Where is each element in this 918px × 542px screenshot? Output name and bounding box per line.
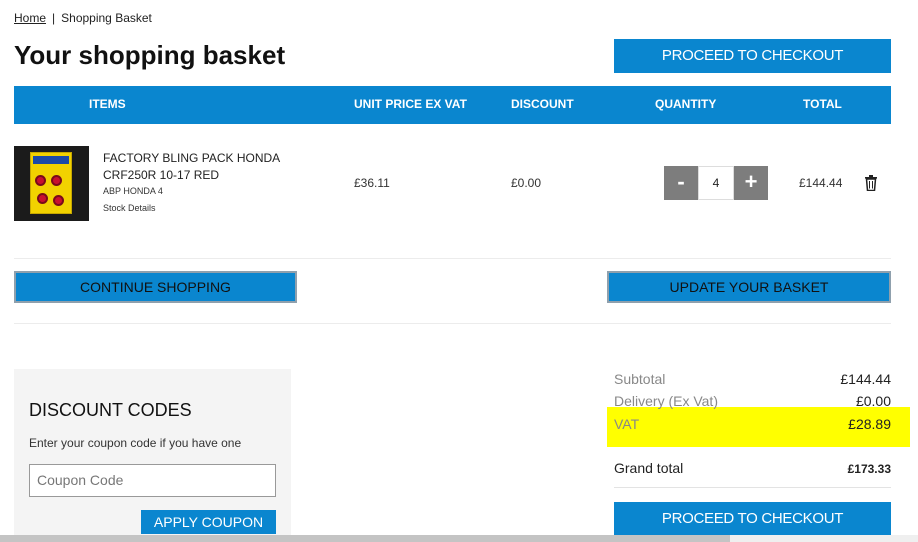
discount-codes-panel: DISCOUNT CODES Enter your coupon code if… [14, 369, 291, 542]
grand-total-label: Grand total [614, 460, 684, 476]
delivery-value: £0.00 [855, 393, 891, 409]
breadcrumb-home-link[interactable]: Home [14, 11, 46, 25]
continue-shopping-button[interactable]: CONTINUE SHOPPING [14, 271, 297, 303]
breadcrumb-separator: | [52, 11, 56, 25]
apply-coupon-button[interactable]: APPLY COUPON [141, 510, 276, 534]
discount-codes-instruction: Enter your coupon code if you have one [29, 436, 242, 450]
trash-icon[interactable] [864, 175, 878, 191]
basket-item-row: FACTORY BLING PACK HONDA CRF250R 10-17 R… [14, 146, 891, 226]
product-part-graphic [37, 193, 48, 204]
quantity-increase-button[interactable]: + [734, 166, 768, 200]
coupon-code-input[interactable]: Coupon Code [29, 464, 276, 497]
update-basket-button[interactable]: UPDATE YOUR BASKET [607, 271, 891, 303]
item-discount: £0.00 [511, 176, 542, 190]
product-brand-strip [33, 156, 69, 164]
header-quantity: QUANTITY [655, 97, 717, 111]
breadcrumb-current: Shopping Basket [61, 11, 152, 25]
product-thumbnail[interactable] [14, 146, 89, 221]
item-unit-price: £36.11 [354, 176, 390, 190]
header-unit-price: UNIT PRICE EX VAT [354, 97, 467, 111]
item-code: ABP HONDA 4 [103, 186, 163, 196]
proceed-to-checkout-button-bottom[interactable]: PROCEED TO CHECKOUT [614, 502, 891, 536]
stock-details-link[interactable]: Stock Details [103, 203, 156, 213]
quantity-input[interactable]: 4 [698, 166, 734, 200]
header-total: TOTAL [803, 97, 842, 111]
product-part-graphic [35, 175, 46, 186]
item-name-link[interactable]: FACTORY BLING PACK HONDA CRF250R 10-17 R… [103, 150, 303, 184]
delivery-label: Delivery (Ex Vat) [614, 393, 718, 409]
row-divider [14, 258, 891, 259]
scrollbar-thumb[interactable] [0, 535, 730, 542]
product-part-graphic [51, 175, 62, 186]
proceed-to-checkout-button-top[interactable]: PROCEED TO CHECKOUT [614, 39, 891, 73]
breadcrumb: Home | Shopping Basket [14, 11, 152, 25]
horizontal-scrollbar[interactable] [0, 535, 918, 542]
quantity-decrease-button[interactable]: - [664, 166, 698, 200]
page-title: Your shopping basket [14, 40, 286, 70]
discount-codes-title: DISCOUNT CODES [29, 400, 192, 420]
product-part-graphic [53, 195, 64, 206]
vat-value: £28.89 [848, 416, 891, 432]
subtotal-label: Subtotal [614, 371, 666, 387]
summary-divider [614, 487, 891, 488]
header-discount: DISCOUNT [511, 97, 574, 111]
basket-table-header: ITEMS UNIT PRICE EX VAT DISCOUNT QUANTIT… [14, 86, 891, 124]
product-package-image [30, 152, 72, 214]
vat-label: VAT [614, 416, 640, 432]
grand-total-value: £173.33 [847, 462, 891, 476]
section-divider [14, 323, 891, 324]
item-line-total: £144.44 [799, 176, 843, 190]
header-items: ITEMS [89, 97, 126, 111]
subtotal-value: £144.44 [840, 371, 891, 387]
